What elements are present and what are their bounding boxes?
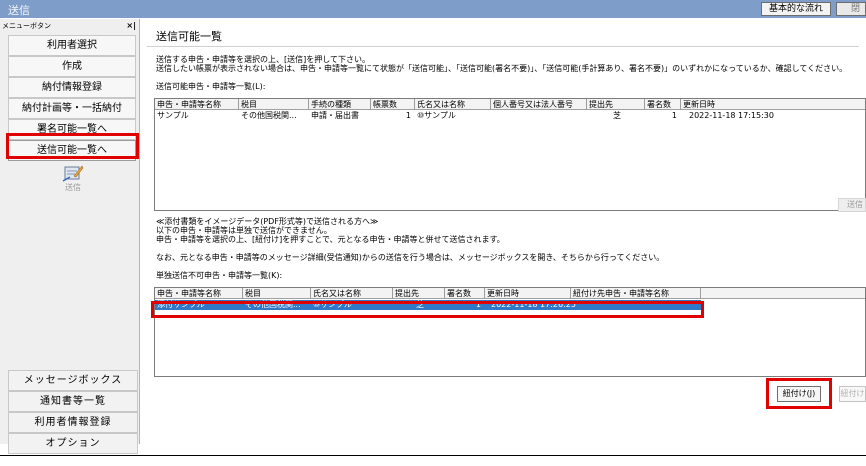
column-header[interactable]: 申告・申請等名称: [155, 99, 239, 110]
sidebar-item-create[interactable]: 作成: [8, 56, 136, 77]
close-button[interactable]: 閉じる: [836, 2, 866, 16]
row-office: 芝: [613, 111, 621, 120]
column-header[interactable]: 提出先: [587, 99, 645, 110]
attachment-note-line-2: 申告・申請等を選択の上、[紐付け]を押すことで、元となる申告・申請等と併せて送信…: [156, 235, 505, 244]
sidebar-item-user-info[interactable]: 利用者情報登録: [8, 412, 138, 433]
window-title: 送信: [8, 4, 30, 17]
row-procedure: 申請・届出書: [311, 111, 359, 120]
unlink-button[interactable]: 紐付け解除: [839, 386, 866, 402]
row-person: ⑩サンプル: [417, 111, 456, 120]
column-header[interactable]: 更新日時: [485, 288, 571, 299]
sendable-list[interactable]: 申告・申請等名称 税目 手続の種類 帳票数 氏名又は名称 個人番号又は法人番号 …: [154, 98, 866, 211]
row-name: サンプル: [157, 111, 189, 120]
row-updated: 2022-11-18 17:15:30: [689, 111, 774, 120]
title-divider: [147, 46, 859, 47]
send-button-partial[interactable]: 送信: [838, 198, 866, 212]
annotation-sidebar-highlight: [6, 133, 139, 159]
row-sign-count: 1: [671, 111, 677, 120]
page-title: 送信可能一覧: [156, 30, 222, 43]
column-header[interactable]: 個人番号又は法人番号: [491, 99, 587, 110]
row-tax: その他国税関...: [241, 111, 297, 120]
sidebar-item-user-select[interactable]: 利用者選択: [8, 35, 136, 56]
menu-header-label: メニューボタン: [2, 22, 51, 30]
unsendable-list-label: 単独送信不可申告・申請等一覧(K):: [156, 271, 283, 280]
sendable-list-label: 送信可能申告・申請等一覧(L):: [156, 82, 266, 91]
sidebar-item-payment-plan[interactable]: 納付計画等・一括納付: [8, 98, 136, 119]
main-panel: 送信可能一覧 送信する申告・申請等を選択の上、[送信]を押して下さい。 送信した…: [147, 19, 866, 444]
menu-sidebar: メニューボタン ×| 利用者選択 作成 納付情報登録 納付計画等・一括納付 署名…: [0, 19, 140, 454]
window-titlebar: 送信 基本的な流れ 閉じる: [0, 0, 866, 18]
column-header[interactable]: 氏名又は名称: [415, 99, 491, 110]
attachment-note-line-3: なお、元となる申告・申請等のメッセージ詳細(受信通知)からの送信を行う場合は、メ…: [156, 253, 665, 262]
instruction-line-2: 送信したい帳票が表示されない場合は、申告・申請等一覧にて状態が「送信可能」、「送…: [156, 64, 848, 73]
column-header[interactable]: 署名数: [445, 288, 485, 299]
column-header[interactable]: 帳票数: [371, 99, 415, 110]
sidebar-item-message-box[interactable]: メッセージボックス: [8, 370, 138, 391]
row-form-count: 1: [405, 111, 411, 120]
column-header[interactable]: 税目: [239, 99, 309, 110]
status-bar: [0, 455, 866, 466]
column-header[interactable]: 署名数: [645, 99, 681, 110]
column-header[interactable]: 紐付け先申告・申請等名称: [571, 288, 701, 299]
sendable-list-header: 申告・申請等名称 税目 手続の種類 帳票数 氏名又は名称 個人番号又は法人番号 …: [155, 99, 865, 110]
menu-header: メニューボタン ×|: [2, 21, 138, 31]
column-header[interactable]: 氏名又は名称: [311, 288, 393, 299]
column-header[interactable]: 更新日時: [681, 99, 866, 110]
table-row[interactable]: サンプル その他国税関... 申請・届出書 1 ⑩サンプル 芝 1 2022-1…: [155, 111, 865, 121]
sidebar-item-payment-info[interactable]: 納付情報登録: [8, 77, 136, 98]
sidebar-item-notice-list[interactable]: 通知書等一覧: [8, 391, 138, 412]
basic-flow-button[interactable]: 基本的な流れ: [761, 2, 831, 16]
menu-close-icon[interactable]: ×|: [126, 21, 136, 30]
link-button[interactable]: 紐付け(J): [777, 386, 821, 402]
sidebar-item-options[interactable]: オプション: [8, 433, 138, 454]
send-icon-label: 送信: [65, 183, 81, 192]
column-header[interactable]: 申告・申請等名称: [155, 288, 243, 299]
unsendable-list-header: 申告・申請等名称 税目 氏名又は名称 提出先 署名数 更新日時 紐付け先申告・申…: [155, 288, 865, 299]
column-header[interactable]: 税目: [243, 288, 311, 299]
annotation-row-highlight: [151, 301, 704, 318]
column-header[interactable]: 手続の種類: [309, 99, 371, 110]
row-number: [491, 111, 587, 121]
column-header[interactable]: 提出先: [393, 288, 445, 299]
